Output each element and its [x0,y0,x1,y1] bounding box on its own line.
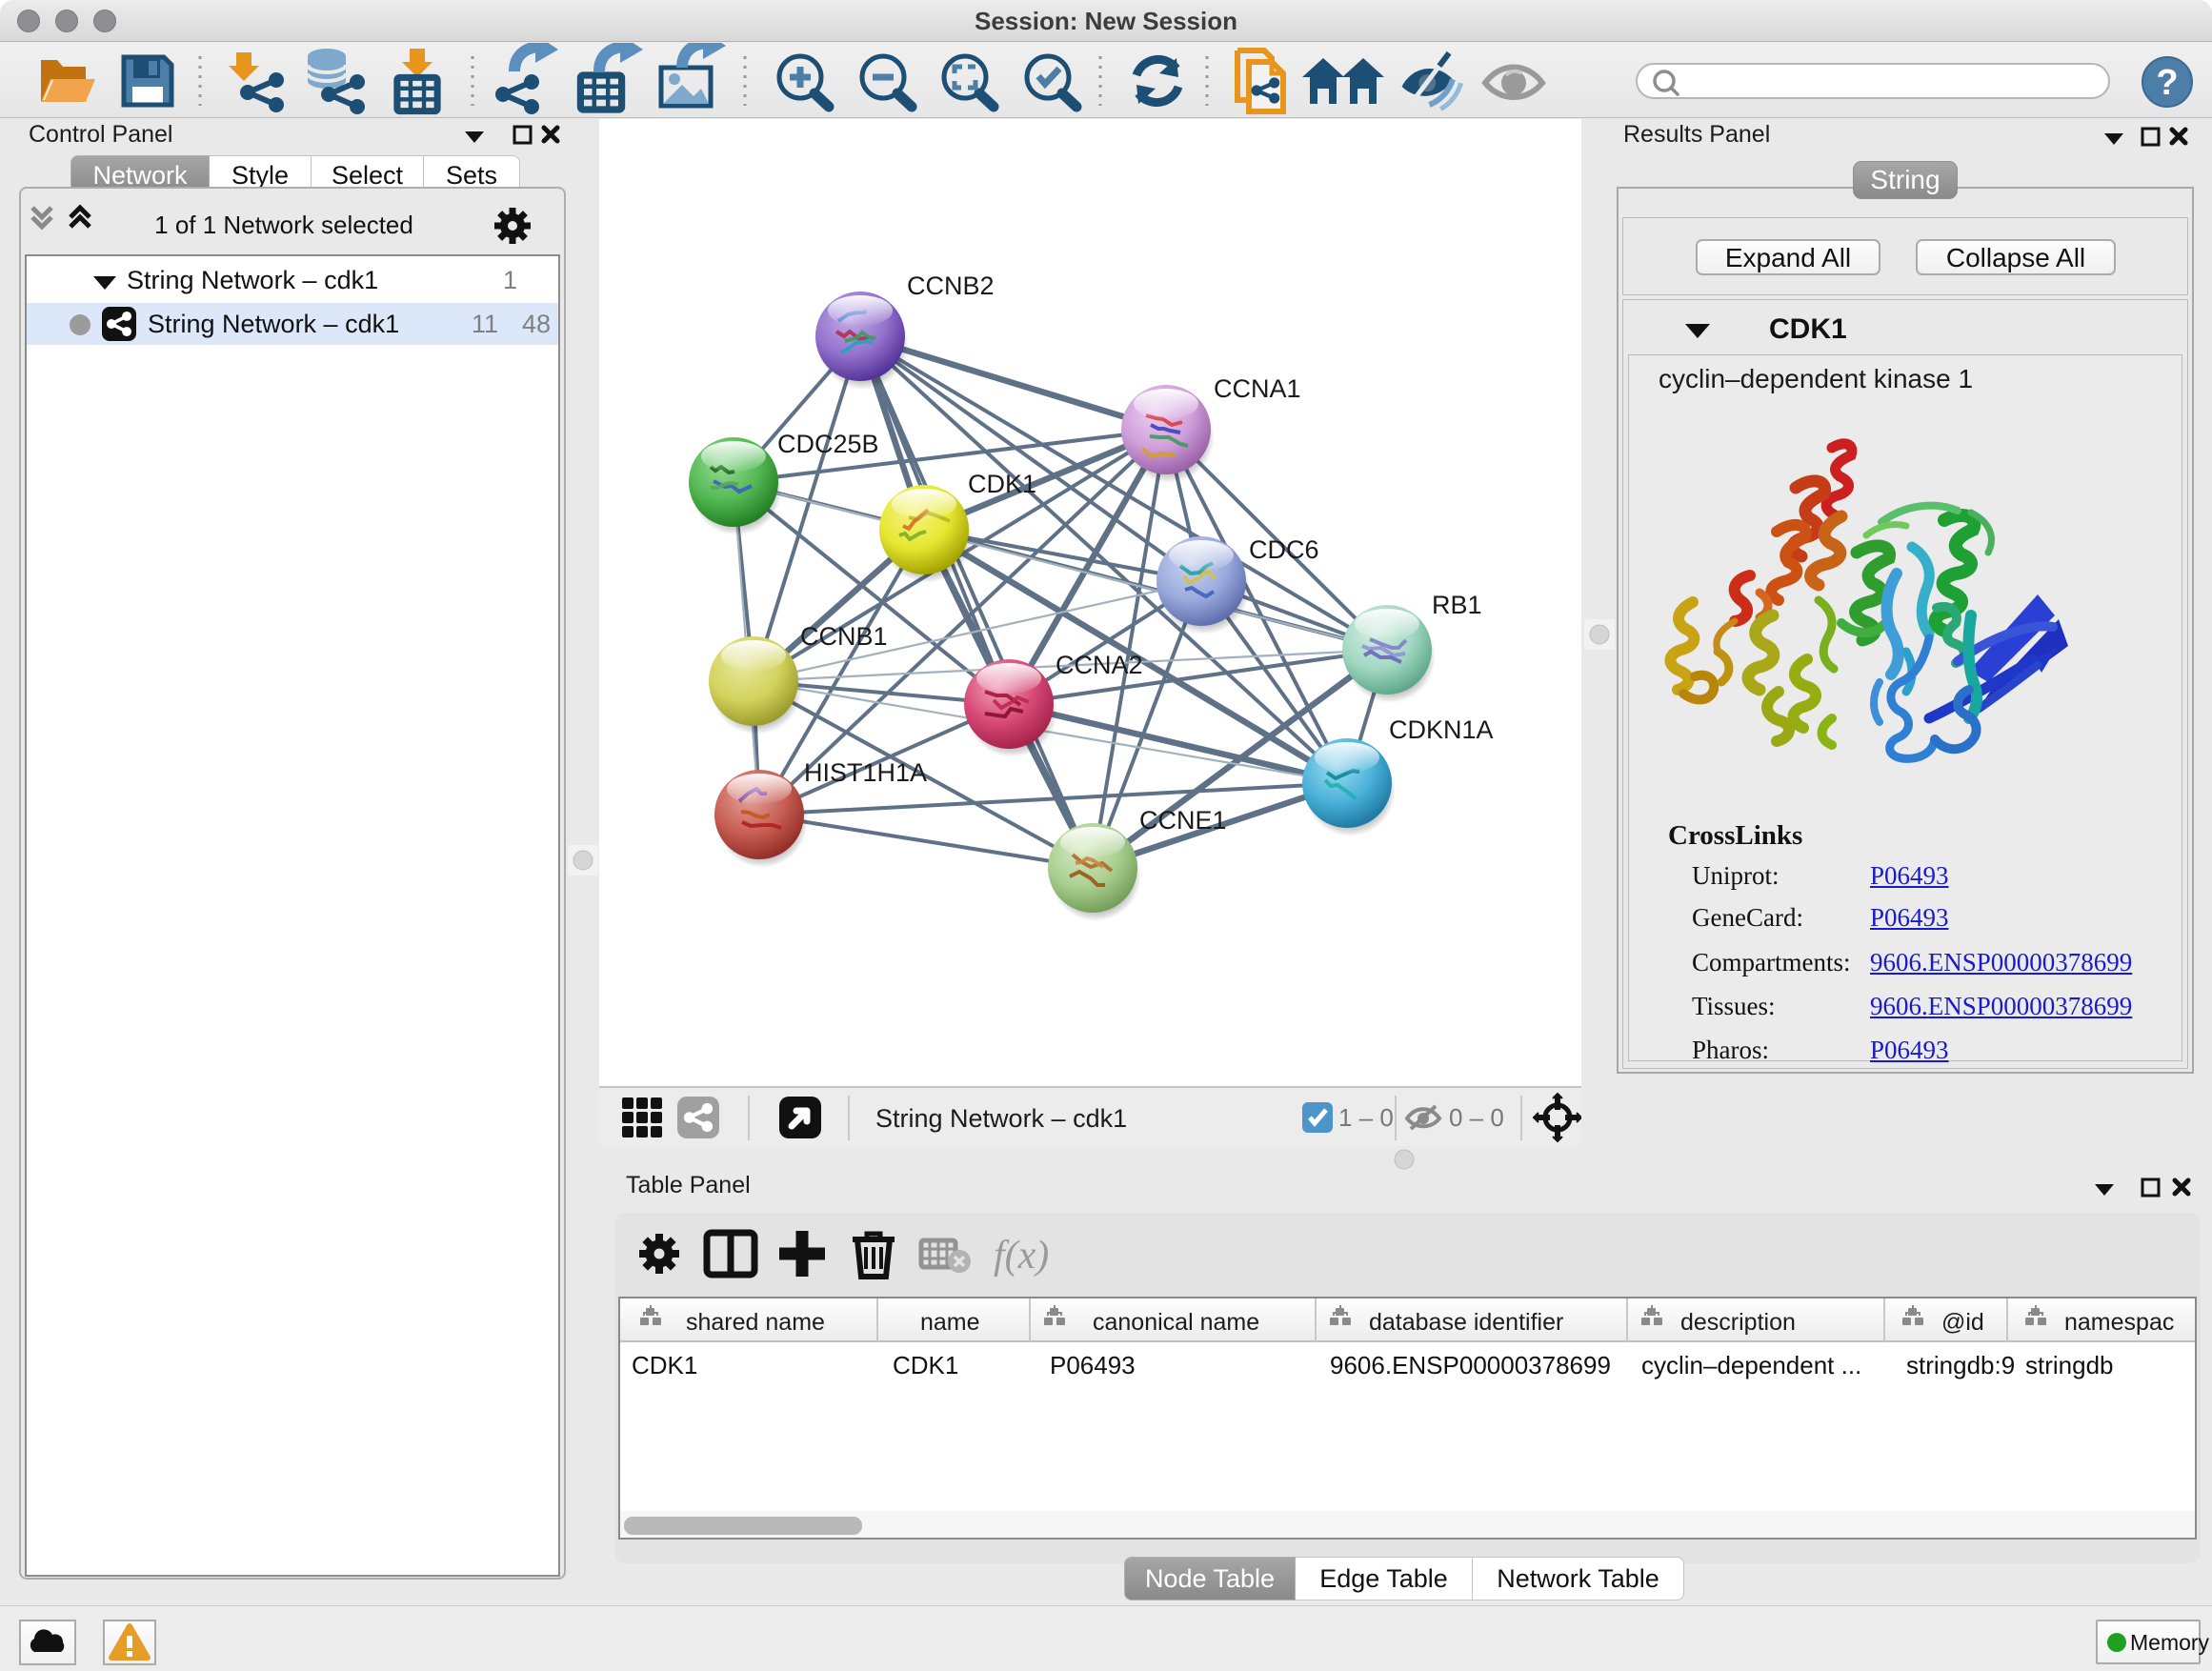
svg-text:@id: @id [1941,1309,1984,1336]
svg-text:CDK1: CDK1 [893,1351,958,1379]
svg-text:cyclin–dependent ...: cyclin–dependent ... [1641,1351,1861,1379]
svg-text:description: description [1680,1309,1796,1336]
svg-text:name: name [920,1309,980,1336]
svg-text:shared name: shared name [686,1309,825,1336]
svg-text:0 – 0: 0 – 0 [1449,1103,1504,1132]
svg-text:CDC25B: CDC25B [777,430,879,458]
svg-text:canonical name: canonical name [1093,1309,1259,1336]
svg-text:String Network – cdk1: String Network – cdk1 [875,1104,1127,1133]
svg-text:namespac: namespac [2064,1309,2174,1336]
svg-text:CCNB1: CCNB1 [800,622,888,651]
svg-text:CDC6: CDC6 [1249,535,1319,564]
svg-text:database identifier: database identifier [1369,1309,1563,1336]
svg-text:?: ? [2156,63,2178,103]
svg-text:CDKN1A: CDKN1A [1389,715,1494,744]
svg-text:RB1: RB1 [1432,591,1482,619]
svg-text:HIST1H1A: HIST1H1A [804,758,927,787]
svg-text:CDK1: CDK1 [632,1351,697,1379]
svg-text:CCNE1: CCNE1 [1139,806,1227,835]
svg-text:stringdb: stringdb [2025,1351,2114,1379]
svg-text:stringdb:9...: stringdb:9... [1906,1351,2036,1379]
svg-text:P06493: P06493 [1050,1351,1136,1379]
svg-text:CCNB2: CCNB2 [907,272,995,300]
svg-text:1 – 0: 1 – 0 [1338,1103,1394,1132]
svg-text:CDK1: CDK1 [968,470,1036,498]
svg-text:9606.ENSP00000378699: 9606.ENSP00000378699 [1330,1351,1611,1379]
svg-text:CCNA1: CCNA1 [1214,374,1301,403]
svg-text:CCNA2: CCNA2 [1056,651,1143,679]
